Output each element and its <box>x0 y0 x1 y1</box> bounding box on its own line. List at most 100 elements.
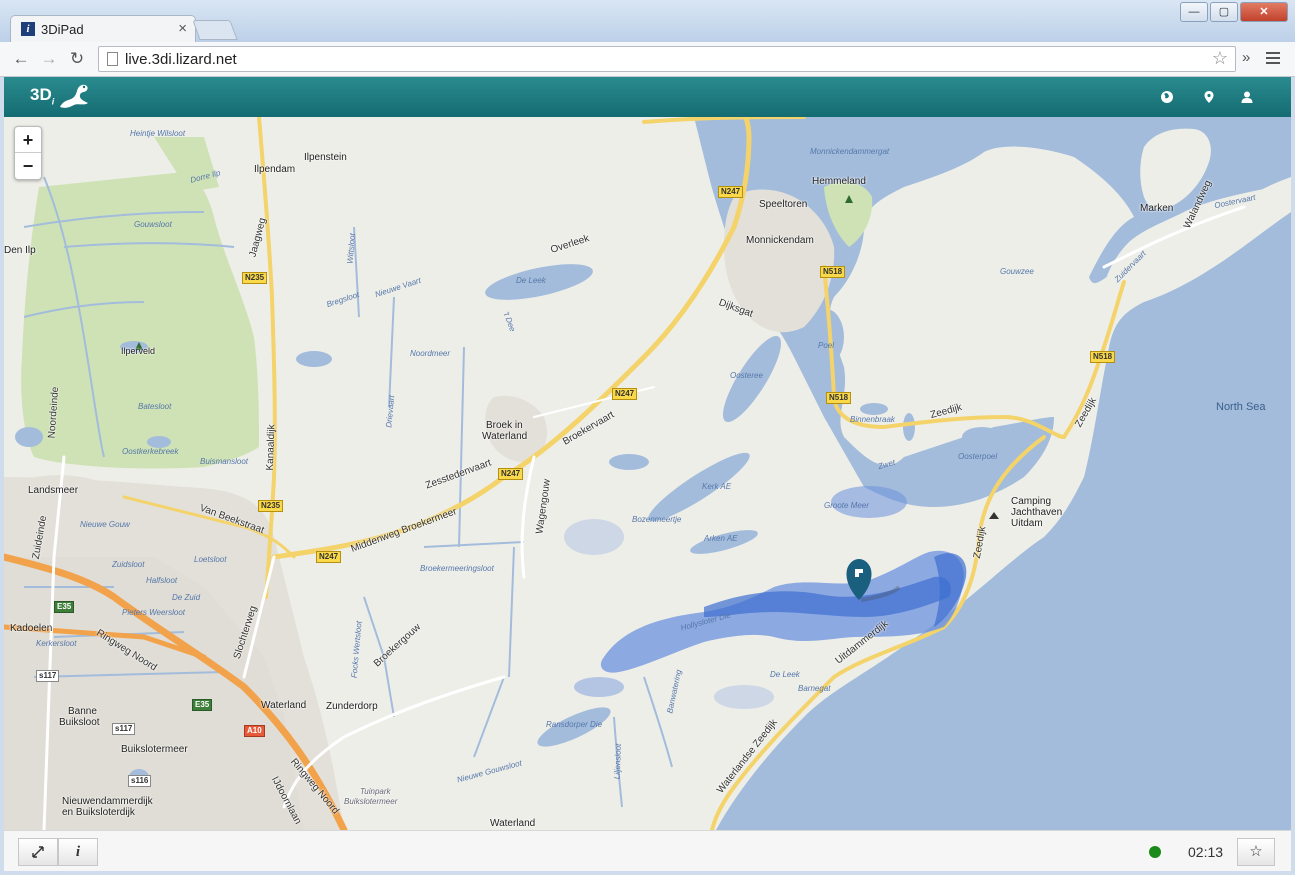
label-den-ilp: Den Ilp <box>4 245 36 256</box>
shield-n247-top: N247 <box>718 186 744 198</box>
close-window-button[interactable]: ✕ <box>1240 2 1288 22</box>
label-kerkersloot: Kerkersloot <box>36 639 77 648</box>
browser-menu-icon[interactable] <box>1266 52 1280 66</box>
label-bozenmeertje: Bozenmeertje <box>632 515 682 524</box>
shield-n247-mid: N247 <box>612 388 638 400</box>
label-ilpenstein: Ilpenstein <box>304 152 347 163</box>
title-bar: i 3DiPad × — ▢ ✕ <box>0 0 1295 43</box>
label-liljensloot: Liljensloot <box>612 743 623 780</box>
info-icon: i <box>75 844 81 860</box>
shield-n518-a: N518 <box>820 266 846 278</box>
info-button[interactable]: i <box>58 838 98 866</box>
map-marker-icon[interactable] <box>1202 90 1216 104</box>
shield-n235-bottom: N235 <box>258 500 284 512</box>
shield-n235-top: N235 <box>242 272 268 284</box>
browser-tab[interactable]: i 3DiPad × <box>10 15 196 43</box>
page-icon <box>107 52 118 66</box>
url-text: live.3di.lizard.net <box>125 51 237 68</box>
zoom-in-button[interactable]: + <box>15 127 41 153</box>
label-kadoelen: Kadoelen <box>10 623 53 634</box>
minimize-button[interactable]: — <box>1180 2 1208 22</box>
back-button[interactable]: ← <box>10 49 32 69</box>
label-monnickendammergat: Monnickendammergat <box>810 147 890 156</box>
tab-close-icon[interactable]: × <box>178 20 187 37</box>
label-poel: Poel <box>818 341 835 350</box>
label-groote-meer: Groote Meer <box>824 501 869 510</box>
label-de-zuid: De Zuid <box>172 593 201 602</box>
label-halfsloot: Halfsloot <box>146 576 178 585</box>
bookmark-star-icon[interactable]: ☆ <box>1212 48 1228 69</box>
favorite-button[interactable]: ☆ <box>1237 838 1275 866</box>
label-de-leek: De Leek <box>516 276 546 285</box>
label-monnickendam: Monnickendam <box>746 235 814 246</box>
label-nieuwendammerdijk-2: en Buiksloterdijk <box>62 807 135 818</box>
simulation-time: 02:13 <box>1188 844 1224 860</box>
label-heintje-wilsloot: Heintje Wilsloot <box>130 129 186 138</box>
label-landsmeer: Landsmeer <box>28 485 79 496</box>
label-batesloot: Batesloot <box>138 402 172 411</box>
forward-button[interactable]: → <box>38 49 60 69</box>
label-camping-3: Uitdam <box>1011 518 1043 529</box>
shield-s117-b: s117 <box>112 723 136 735</box>
zoom-control: + − <box>14 126 42 180</box>
label-waterland-bottom: Waterland <box>490 818 536 829</box>
status-bar: i 02:13 ☆ <box>4 830 1291 871</box>
label-barnegat: Barnegat <box>798 684 831 693</box>
resize-button[interactable] <box>18 838 58 866</box>
lizard-logo-icon <box>60 84 88 108</box>
shield-n247-left: N247 <box>316 551 342 563</box>
label-binnenbraak: Binnenbraak <box>850 415 895 424</box>
label-oosterpoel: Oosterpoel <box>958 452 998 461</box>
label-north-sea: North Sea <box>1216 401 1266 413</box>
tab-title: 3DiPad <box>41 22 84 37</box>
resize-icon <box>32 846 44 858</box>
label-pieters-1: Pieters Weersloot <box>122 608 185 617</box>
label-oosteree: Oosteree <box>730 371 763 380</box>
maximize-button[interactable]: ▢ <box>1210 2 1238 22</box>
label-noordmeer: Noordmeer <box>410 349 451 358</box>
label-loetsloot: Loetsloot <box>194 555 227 564</box>
label-nieuwendammerdijk-1: Nieuwendammerdijk <box>62 796 153 807</box>
label-broekermeeringsloot: Broekermeeringsloot <box>420 564 494 573</box>
map-canvas <box>4 117 1291 830</box>
map-view[interactable]: + − Ilpenstein Ilpendam Monnickendam Spe… <box>4 117 1291 830</box>
label-hemmeland: Hemmeland <box>812 176 866 187</box>
label-camping-1: Camping <box>1011 496 1052 507</box>
label-de-leek-2: De Leek <box>770 670 800 679</box>
shield-s116: s116 <box>128 775 152 787</box>
globe-icon[interactable] <box>1160 90 1174 104</box>
shield-n518-b: N518 <box>826 392 852 404</box>
label-broek-2: Waterland <box>482 431 528 442</box>
label-kerk-ae: Kerk AE <box>702 482 732 491</box>
browser-toolbar: ← → ↻ live.3di.lizard.net ☆ » <box>0 42 1295 77</box>
label-tuinpark-1: Tuinpark <box>360 787 391 796</box>
app-header: 3Di <box>4 77 1291 117</box>
shield-n518-c: N518 <box>1090 351 1116 363</box>
shield-e35-a: E35 <box>54 601 75 613</box>
zoom-out-button[interactable]: − <box>15 153 41 179</box>
label-camping-2: Jachthaven <box>1011 507 1063 518</box>
label-zunderdorp: Zunderdorp <box>326 701 378 712</box>
new-tab-button[interactable] <box>192 20 238 40</box>
user-icon[interactable] <box>1240 90 1254 104</box>
address-bar[interactable]: live.3di.lizard.net ☆ <box>98 46 1236 72</box>
label-broek-1: Broek in <box>486 420 523 431</box>
shield-e35-b: E35 <box>192 699 213 711</box>
label-ilpendam: Ilpendam <box>254 164 296 175</box>
label-oostkerkebreek: Oostkerkebreek <box>122 447 179 456</box>
label-buismansloot: Buismansloot <box>200 457 249 466</box>
shield-a10: A10 <box>244 725 265 737</box>
favicon-icon: i <box>21 22 35 36</box>
label-ransdorper: Ransdorper Die <box>546 720 603 729</box>
label-gouwsloot: Gouwsloot <box>134 220 172 229</box>
reload-button[interactable]: ↻ <box>66 49 88 69</box>
label-speeltoren: Speeltoren <box>759 199 808 210</box>
connection-status-dot <box>1149 846 1161 858</box>
label-zuidsloot: Zuidsloot <box>112 560 145 569</box>
label-buikslotermeer: Buikslotermeer <box>121 744 188 755</box>
extensions-chevron-icon[interactable]: » <box>1242 49 1250 66</box>
label-marken: Marken <box>1140 203 1174 214</box>
shield-s117-a: s117 <box>36 670 60 682</box>
label-nieuwe-gouw: Nieuwe Gouw <box>80 520 130 529</box>
label-arken-ae: Arken AE <box>704 534 738 543</box>
